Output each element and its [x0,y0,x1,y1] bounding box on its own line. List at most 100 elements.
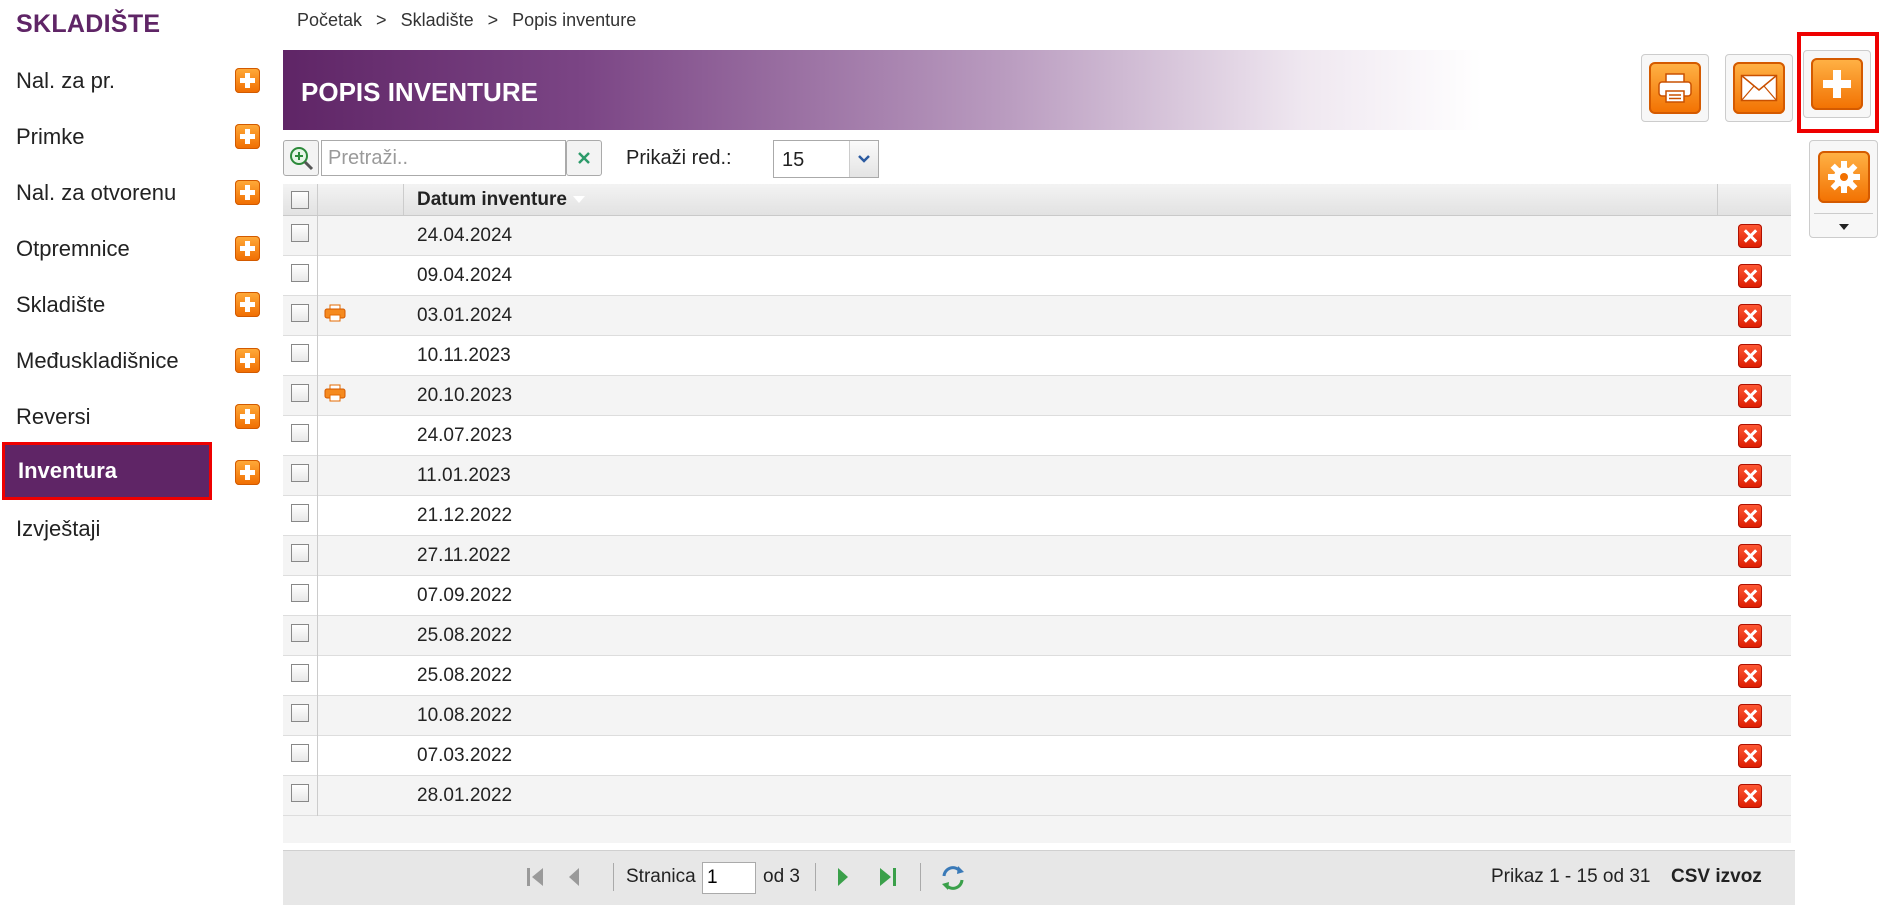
row-checkbox[interactable] [291,464,309,482]
add-icon[interactable] [235,404,260,429]
table-row[interactable]: 28.01.2022 [283,776,1791,816]
add-icon[interactable] [235,460,260,485]
row-checkbox[interactable] [291,344,309,362]
csv-export-link[interactable]: CSV izvoz [1671,866,1762,888]
column-separator [317,416,318,456]
add-icon[interactable] [235,292,260,317]
inventory-date: 27.11.2022 [417,545,511,566]
row-checkbox[interactable] [291,624,309,642]
table-row[interactable]: 10.08.2022 [283,696,1791,736]
table-row[interactable]: 09.04.2024 [283,256,1791,296]
rows-per-page-select[interactable]: 15 [773,140,879,178]
row-checkbox[interactable] [291,784,309,802]
sidebar-item[interactable]: Inventura [2,442,212,500]
sidebar-item[interactable]: Primke [0,108,215,166]
delete-icon[interactable] [1738,424,1762,448]
next-page-icon[interactable] [833,864,853,890]
delete-icon[interactable] [1738,304,1762,328]
sidebar-item-label: Izvještaji [16,516,101,541]
column-separator [317,376,318,416]
delete-icon[interactable] [1738,384,1762,408]
breadcrumb-warehouse[interactable]: Skladište [401,10,474,30]
delete-icon[interactable] [1738,264,1762,288]
delete-icon[interactable] [1738,744,1762,768]
delete-icon[interactable] [1738,504,1762,528]
search-input[interactable] [321,140,566,176]
add-icon[interactable] [235,236,260,261]
add-icon[interactable] [235,68,260,93]
table-row[interactable]: 07.09.2022 [283,576,1791,616]
row-checkbox[interactable] [291,304,309,322]
email-button[interactable] [1725,54,1793,122]
page-label: Stranica [626,866,696,887]
breadcrumb-home[interactable]: Početak [297,10,362,30]
sidebar-item-label: Međuskladišnice [16,348,179,373]
add-icon[interactable] [235,348,260,373]
table-row[interactable]: 25.08.2022 [283,616,1791,656]
sidebar-item[interactable]: Otpremnice [0,220,215,278]
sidebar-item-label: Reversi [16,404,91,429]
sidebar-item[interactable]: Izvještaji [0,500,215,558]
row-checkbox[interactable] [291,264,309,282]
row-checkbox[interactable] [291,224,309,242]
add-inventory-button[interactable] [1803,50,1871,118]
printer-icon[interactable] [324,384,346,402]
clear-icon [578,152,590,164]
table-body: 24.04.2024 09.04.2024 03.01.2024 10.11.2023… [283,216,1791,816]
table-row[interactable]: 24.04.2024 [283,216,1791,256]
print-button[interactable] [1641,54,1709,122]
row-checkbox[interactable] [291,744,309,762]
table-row[interactable]: 21.12.2022 [283,496,1791,536]
search-button[interactable] [283,140,319,176]
table-row[interactable]: 24.07.2023 [283,416,1791,456]
inventory-date: 09.04.2024 [417,265,513,286]
table-row[interactable]: 03.01.2024 [283,296,1791,336]
select-all-checkbox[interactable] [291,191,309,209]
table-row[interactable]: 07.03.2022 [283,736,1791,776]
sidebar-item[interactable]: Nal. za otvorenu [0,164,215,222]
delete-icon[interactable] [1738,464,1762,488]
add-icon[interactable] [235,124,260,149]
column-separator [317,216,318,256]
delete-icon[interactable] [1738,704,1762,728]
last-page-icon[interactable] [877,864,899,890]
delete-icon[interactable] [1738,544,1762,568]
sidebar-item-label: Nal. za pr. [16,68,116,93]
column-separator [317,696,318,736]
table-row[interactable]: 10.11.2023 [283,336,1791,376]
table-row[interactable]: 27.11.2022 [283,536,1791,576]
column-separator [317,496,318,536]
table-row[interactable]: 20.10.2023 [283,376,1791,416]
delete-icon[interactable] [1738,664,1762,688]
settings-menu-button[interactable] [1809,140,1878,238]
delete-icon[interactable] [1738,624,1762,648]
add-icon[interactable] [235,180,260,205]
row-checkbox[interactable] [291,704,309,722]
row-checkbox[interactable] [291,384,309,402]
row-checkbox[interactable] [291,664,309,682]
row-checkbox[interactable] [291,584,309,602]
delete-icon[interactable] [1738,224,1762,248]
delete-icon[interactable] [1738,784,1762,808]
table-row[interactable]: 11.01.2023 [283,456,1791,496]
table-row[interactable]: 25.08.2022 [283,656,1791,696]
delete-icon[interactable] [1738,344,1762,368]
first-page-icon[interactable] [524,864,546,890]
delete-icon[interactable] [1738,584,1762,608]
previous-page-icon[interactable] [565,864,585,890]
sidebar-item[interactable]: Međuskladišnice [0,332,215,390]
sidebar-item[interactable]: Nal. za pr. [0,52,215,110]
sidebar-item[interactable]: Skladište [0,276,215,334]
clear-search-button[interactable] [566,140,602,176]
inventory-date: 28.01.2022 [417,785,513,806]
refresh-icon[interactable] [939,864,967,892]
column-header-date[interactable]: Datum inventure [417,189,585,211]
sidebar-item[interactable]: Reversi [0,388,215,446]
header-action-separator [1717,184,1718,215]
row-checkbox[interactable] [291,544,309,562]
row-checkbox[interactable] [291,424,309,442]
inventory-date: 21.12.2022 [417,505,513,526]
page-number-input[interactable] [702,862,756,894]
printer-icon[interactable] [324,304,346,322]
row-checkbox[interactable] [291,504,309,522]
